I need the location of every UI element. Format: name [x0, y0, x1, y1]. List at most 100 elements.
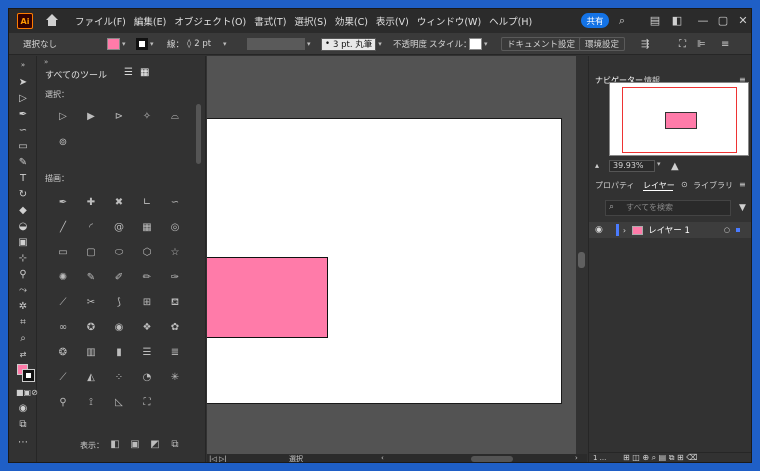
- close-icon[interactable]: ✕: [737, 15, 749, 27]
- stroke-color-swatch[interactable]: [22, 369, 35, 382]
- minimize-icon[interactable]: —: [697, 15, 709, 27]
- perspective-grid-tool-icon[interactable]: ⊞: [139, 295, 155, 311]
- artboard-select-tool-icon[interactable]: ⊚: [55, 135, 71, 151]
- eraser-tool-icon[interactable]: ◆: [16, 204, 30, 218]
- panel-menu-icon[interactable]: ≡: [721, 37, 729, 51]
- share-button[interactable]: 共有: [581, 13, 609, 28]
- blob-brush-tool-icon[interactable]: ✐: [111, 270, 127, 286]
- layer-actions-icons[interactable]: ⊞ ◫ ⊕ ⌕ ▤ ⧉ ⊞ ⌫: [623, 453, 698, 462]
- polygon-tool-icon[interactable]: ⬡: [139, 245, 155, 261]
- artboard-tool-icon[interactable]: ⌗: [16, 316, 30, 330]
- paintbrush-tool-icon[interactable]: ✎: [16, 156, 30, 170]
- column-graph-tool-icon[interactable]: ▥: [83, 345, 99, 361]
- crystallize-tool-icon[interactable]: ❖: [139, 320, 155, 336]
- filter-icon[interactable]: ▼: [739, 203, 746, 213]
- menu-view[interactable]: 表示(V): [372, 14, 413, 28]
- navigator-view-box[interactable]: [622, 87, 737, 153]
- arrange-icon[interactable]: ⇶: [641, 37, 649, 51]
- blend-tool-icon[interactable]: ⤳: [16, 284, 30, 298]
- scissors-tool-icon[interactable]: ✂: [83, 295, 99, 311]
- arrange-documents-icon[interactable]: ◧: [671, 15, 683, 27]
- navigator-preview[interactable]: [609, 82, 749, 156]
- tab-libraries-icon[interactable]: ⊙: [681, 180, 688, 189]
- menu-file[interactable]: ファイル(F): [71, 14, 130, 28]
- screen-mode-icon[interactable]: ⧉: [16, 418, 30, 432]
- home-icon[interactable]: [45, 14, 59, 28]
- scroll-left-icon[interactable]: ‹: [381, 454, 384, 462]
- live-paint-tool-icon[interactable]: ⛶: [139, 395, 155, 411]
- artboard[interactable]: [207, 118, 562, 404]
- display-mode-3-icon[interactable]: ◩: [147, 437, 163, 453]
- pie-graph-tool-icon[interactable]: ◔: [139, 370, 155, 386]
- bar-graph-tool-icon[interactable]: ☰: [139, 345, 155, 361]
- selection-tool-icon[interactable]: ➤: [16, 76, 30, 90]
- measure-tool-icon[interactable]: ⟟: [83, 395, 99, 411]
- smooth-tool-icon[interactable]: ⟋: [55, 295, 71, 311]
- gradient-tool-icon[interactable]: ▣: [16, 236, 30, 250]
- visibility-eye-icon[interactable]: ◉: [595, 225, 603, 235]
- menu-type[interactable]: 書式(T): [250, 14, 290, 28]
- slice-tool-icon[interactable]: ◺: [111, 395, 127, 411]
- eyedropper-tool-icon[interactable]: ⚲: [55, 395, 71, 411]
- menu-effect[interactable]: 効果(C): [331, 14, 372, 28]
- color-mode-icon[interactable]: ■▣⊘: [16, 386, 38, 400]
- swap-colors-icon[interactable]: ⇄: [16, 348, 30, 362]
- magic-wand-tool-icon[interactable]: ✧: [139, 109, 155, 125]
- rotate-tool-icon[interactable]: ↻: [16, 188, 30, 202]
- wrinkle-tool-icon[interactable]: ✿: [167, 320, 183, 336]
- more-tools-icon[interactable]: ⋯: [16, 436, 30, 450]
- direct-selection-tool-icon[interactable]: ▶: [83, 109, 99, 125]
- opacity-label[interactable]: 不透明度: [393, 37, 427, 51]
- type-tool-icon[interactable]: T: [16, 172, 30, 186]
- layer-search-input[interactable]: すべてを検索: [605, 200, 731, 216]
- scrollbar-thumb[interactable]: [578, 252, 585, 268]
- collapse-icon[interactable]: »: [16, 58, 30, 72]
- menu-help[interactable]: ヘルプ(H): [485, 14, 536, 28]
- shaper-tool-icon[interactable]: ✏: [139, 270, 155, 286]
- rectangle-tool-icon[interactable]: ▭: [16, 140, 30, 154]
- curvature-tool-icon[interactable]: ∽: [16, 124, 30, 138]
- polar-grid-tool-icon[interactable]: ◎: [167, 220, 183, 236]
- expand-chevron-icon[interactable]: ›: [623, 226, 626, 235]
- paintbrush-tool-icon[interactable]: ✎: [83, 270, 99, 286]
- paint-bucket-tool-icon[interactable]: ⛾: [167, 295, 183, 311]
- zoom-out-icon[interactable]: ▴: [595, 161, 599, 170]
- anchor-point-tool-icon[interactable]: ∟: [139, 195, 155, 211]
- list-view-icon[interactable]: ☰: [124, 67, 133, 78]
- pen-tool-icon[interactable]: ✒: [55, 195, 71, 211]
- shape-builder-tool-icon[interactable]: ◒: [16, 220, 30, 234]
- zoom-in-icon[interactable]: ▲: [671, 161, 679, 172]
- menu-object[interactable]: オブジェクト(O): [170, 14, 250, 28]
- ellipse-tool-icon[interactable]: ⬭: [111, 245, 127, 261]
- fill-swatch[interactable]: ▾: [107, 37, 126, 51]
- delete-anchor-tool-icon[interactable]: ✖: [111, 195, 127, 211]
- arc-tool-icon[interactable]: ◜: [83, 220, 99, 236]
- tab-properties[interactable]: プロパティ: [595, 180, 635, 191]
- canvas-area[interactable]: [207, 56, 587, 454]
- mesh-tool-icon[interactable]: ⊹: [16, 252, 30, 266]
- target-icon[interactable]: ○: [724, 226, 730, 234]
- warp-tool-icon[interactable]: ◉: [111, 320, 127, 336]
- twirl-tool-icon[interactable]: ✪: [83, 320, 99, 336]
- menu-edit[interactable]: 編集(E): [130, 14, 170, 28]
- zoom-tool-icon[interactable]: ⌕: [16, 332, 30, 346]
- align-icon[interactable]: ⊫: [697, 37, 706, 51]
- preferences-button[interactable]: 環境設定: [579, 37, 626, 51]
- radar-graph-tool-icon[interactable]: ✳: [167, 370, 183, 386]
- stacked-graph-tool-icon[interactable]: ▮: [111, 345, 127, 361]
- search-icon[interactable]: ⌕: [616, 15, 628, 27]
- selection-tool-icon[interactable]: ▷: [55, 109, 71, 125]
- vertical-scrollbar[interactable]: [576, 56, 587, 454]
- pink-rectangle[interactable]: [207, 257, 328, 338]
- scatter-graph-tool-icon[interactable]: ⁘: [111, 370, 127, 386]
- variable-width-profile[interactable]: ▾: [247, 37, 311, 51]
- maximize-icon[interactable]: ▢: [717, 15, 729, 27]
- display-mode-1-icon[interactable]: ◧: [107, 437, 123, 453]
- tab-libraries[interactable]: ライブラリ: [693, 180, 733, 191]
- transform-icon[interactable]: ⛶: [679, 37, 686, 51]
- collapse-icon[interactable]: »: [44, 58, 48, 66]
- grid-view-icon[interactable]: ▦: [140, 67, 149, 78]
- join-tool-icon[interactable]: ⟆: [111, 295, 127, 311]
- group-selection-tool-icon[interactable]: ⊳: [111, 109, 127, 125]
- draw-mode-icon[interactable]: ◉: [16, 402, 30, 416]
